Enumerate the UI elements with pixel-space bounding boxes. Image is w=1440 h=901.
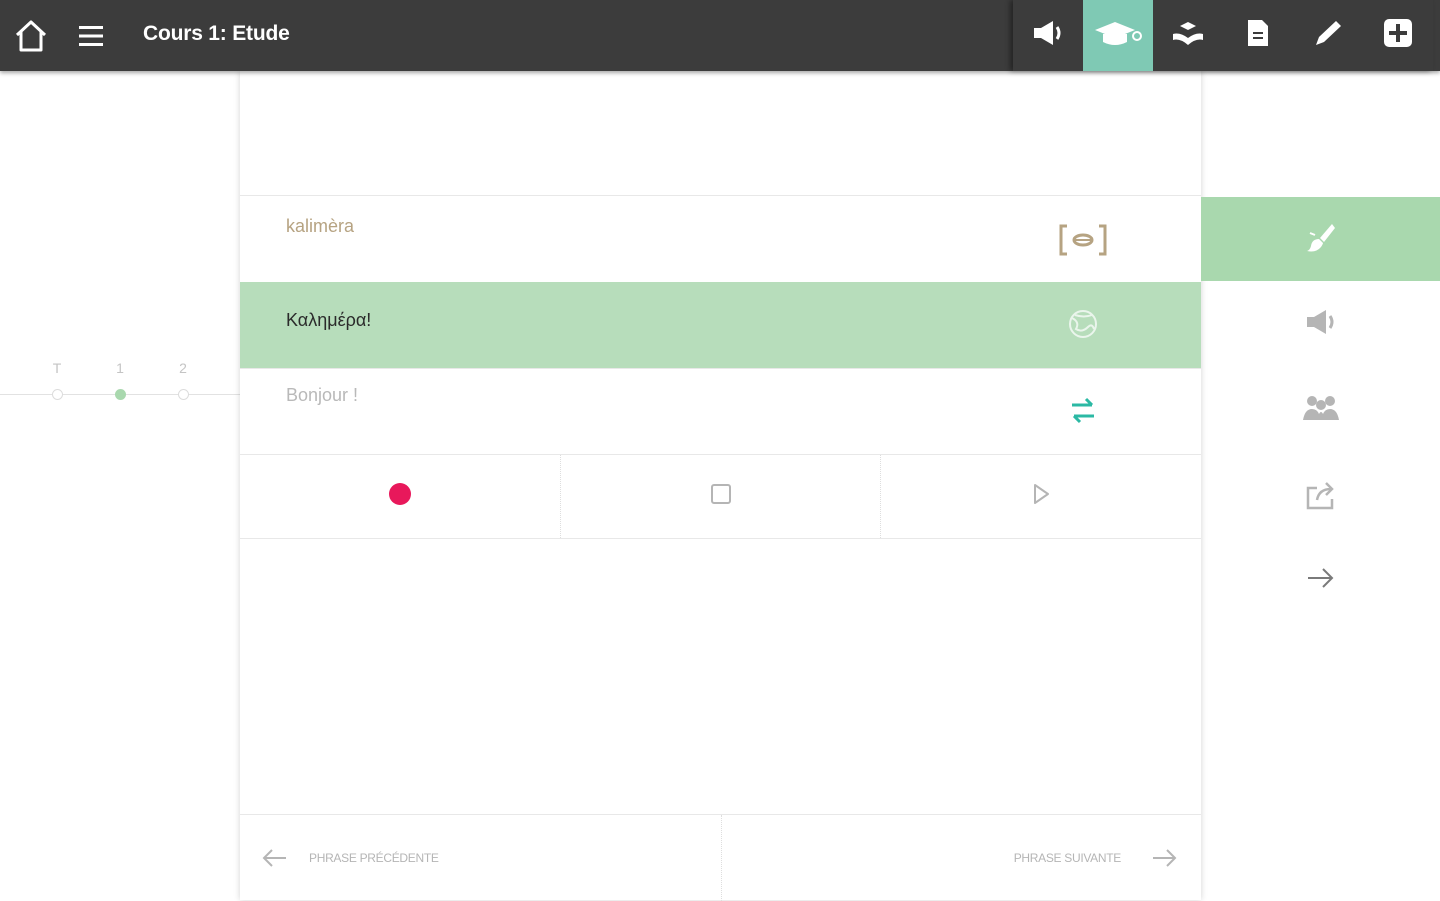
graduation-cap-icon: [1093, 18, 1143, 53]
play-button[interactable]: [880, 455, 1201, 538]
group-icon: [1301, 392, 1341, 429]
phonetic-brackets-icon[interactable]: [1055, 220, 1111, 260]
pencil-icon: [1312, 18, 1344, 53]
record-icon: [388, 482, 412, 511]
page-title: Cours 1: Etude: [143, 22, 290, 45]
lesson-panel: kalimèra Καλημέρα! Bonjour ! PHRASE PRÉC…: [240, 71, 1201, 901]
timeline-label: 2: [179, 360, 187, 376]
stop-button[interactable]: [559, 455, 881, 538]
sentence-navigation: PHRASE PRÉCÉDENTE PHRASE SUIVANTE: [240, 814, 1201, 901]
phonetic-row[interactable]: kalimèra: [240, 195, 1201, 281]
original-text: Καλημέρα!: [286, 310, 372, 330]
phonetic-text: kalimèra: [286, 216, 355, 236]
home-icon[interactable]: [12, 18, 50, 54]
previous-sentence-button[interactable]: PHRASE PRÉCÉDENTE: [240, 815, 722, 901]
toolbar-add-button[interactable]: [1363, 0, 1433, 71]
sidebar-item-next[interactable]: [1296, 560, 1346, 600]
arrow-right-icon: [1151, 848, 1179, 868]
arrow-left-icon: [260, 848, 288, 868]
next-sentence-label: PHRASE SUIVANTE: [1013, 851, 1122, 865]
timeline-step-t[interactable]: [52, 389, 63, 400]
timeline-step-1[interactable]: [115, 389, 126, 400]
brush-icon: [1304, 220, 1338, 259]
speaker-icon: [1031, 18, 1065, 53]
hand-book-icon: [1170, 18, 1206, 53]
toolbar-document-button[interactable]: [1223, 0, 1293, 71]
record-button[interactable]: [240, 455, 560, 538]
recorder-controls: [240, 454, 1201, 539]
timeline-step-2[interactable]: [178, 389, 189, 400]
toolbar-exercises-button[interactable]: [1153, 0, 1223, 71]
top-bar: Cours 1: Etude: [0, 0, 1440, 71]
sidebar-item-audio[interactable]: [1296, 304, 1346, 344]
swap-arrows-icon[interactable]: [1055, 391, 1111, 431]
sidebar-item-share[interactable]: [1296, 477, 1346, 517]
translation-text: Bonjour !: [286, 385, 359, 405]
language-globe-icon[interactable]: [1055, 304, 1111, 344]
timeline-label: 1: [116, 360, 124, 376]
arrow-right-icon: [1306, 566, 1336, 595]
translation-row[interactable]: Bonjour !: [240, 368, 1201, 454]
document-icon: [1245, 18, 1271, 53]
original-row[interactable]: Καλημέρα!: [240, 282, 1201, 368]
top-toolbar: [1013, 0, 1433, 71]
timeline-label: T: [52, 360, 62, 376]
toolbar-notes-button[interactable]: [1293, 0, 1363, 71]
share-icon: [1303, 478, 1339, 517]
play-icon: [1031, 483, 1051, 510]
add-icon: [1382, 17, 1414, 54]
previous-sentence-label: PHRASE PRÉCÉDENTE: [309, 851, 439, 865]
sidebar-item-brush[interactable]: [1201, 197, 1440, 281]
next-sentence-button[interactable]: PHRASE SUIVANTE: [722, 815, 1201, 901]
toolbar-study-button[interactable]: [1083, 0, 1153, 71]
hamburger-menu-icon[interactable]: [78, 24, 104, 48]
speaker-icon: [1304, 307, 1338, 342]
sidebar-item-community[interactable]: [1296, 390, 1346, 430]
toolbar-audio-button[interactable]: [1013, 0, 1083, 71]
stop-icon: [710, 483, 732, 510]
